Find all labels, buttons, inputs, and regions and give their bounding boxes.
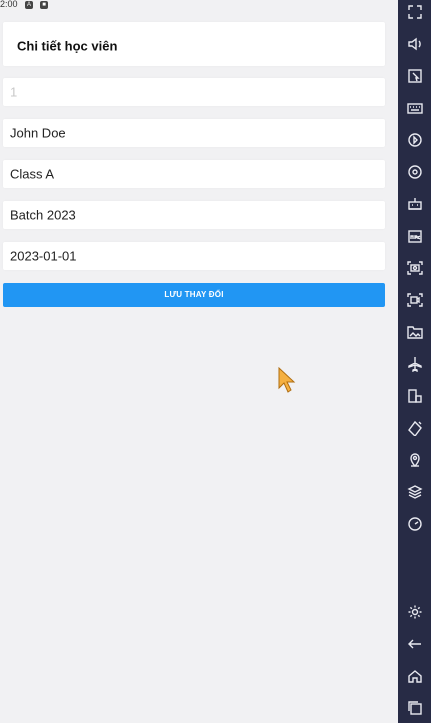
keyboard-icon[interactable] <box>403 96 427 120</box>
save-changes-button[interactable]: LƯU THAY ĐỔI <box>3 283 385 307</box>
back-icon[interactable] <box>403 632 427 656</box>
multi-window-icon[interactable] <box>403 384 427 408</box>
class-field[interactable]: Class A <box>3 160 385 188</box>
mouse-cursor-icon <box>278 367 296 393</box>
class-value: Class A <box>10 166 55 182</box>
robot-icon[interactable] <box>403 192 427 216</box>
screenshot-icon[interactable] <box>403 256 427 280</box>
record-icon[interactable] <box>403 128 427 152</box>
page-title: Chi tiết học viên <box>17 38 118 54</box>
speedometer-icon[interactable] <box>403 512 427 536</box>
touch-icon[interactable] <box>403 64 427 88</box>
emulator-sidebar <box>398 0 431 723</box>
recents-icon[interactable] <box>403 696 427 720</box>
student-name-field[interactable]: John Doe <box>3 119 385 147</box>
settings-icon[interactable] <box>403 600 427 624</box>
id-field[interactable]: 1 <box>3 78 385 106</box>
date-value: 2023-01-01 <box>10 248 77 264</box>
status-time: 2:00 <box>0 0 18 9</box>
home-icon[interactable] <box>403 664 427 688</box>
fullscreen-icon[interactable] <box>403 0 427 24</box>
batch-value: Batch 2023 <box>10 207 76 223</box>
notification-icon: A <box>25 1 33 9</box>
app-content: Chi tiết học viên 1 John Doe Class A Bat… <box>0 12 398 723</box>
sync-icon[interactable] <box>403 160 427 184</box>
id-field-value: 1 <box>10 84 18 100</box>
rotate-icon[interactable] <box>403 416 427 440</box>
batch-field[interactable]: Batch 2023 <box>3 201 385 229</box>
header-card: Chi tiết học viên <box>3 22 385 66</box>
layers-icon[interactable] <box>403 480 427 504</box>
gallery-icon[interactable] <box>403 320 427 344</box>
volume-icon[interactable] <box>403 32 427 56</box>
notification-icon-2: ■ <box>40 1 48 9</box>
airplane-icon[interactable] <box>403 352 427 376</box>
student-name-value: John Doe <box>10 125 66 141</box>
date-field[interactable]: 2023-01-01 <box>3 242 385 270</box>
apk-icon[interactable] <box>403 224 427 248</box>
location-icon[interactable] <box>403 448 427 472</box>
status-bar: 2:00 A ■ <box>0 0 398 12</box>
screen-record-icon[interactable] <box>403 288 427 312</box>
